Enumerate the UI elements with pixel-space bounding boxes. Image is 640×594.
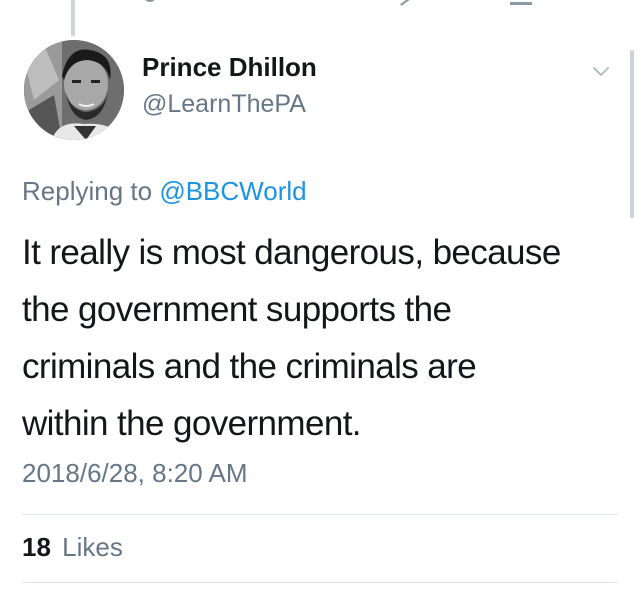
avatar-photo bbox=[24, 40, 124, 140]
likes-count-link[interactable]: 18 Likes bbox=[22, 532, 123, 563]
avatar[interactable] bbox=[24, 40, 124, 140]
tweet-detail-view: Prince Dhillon @LearnThePA Replying to @… bbox=[0, 0, 640, 594]
reply-icon[interactable] bbox=[143, 0, 157, 2]
replying-to-mention-link[interactable]: @BBCWorld bbox=[159, 176, 306, 206]
share-icon[interactable] bbox=[510, 0, 532, 5]
divider bbox=[22, 514, 618, 515]
chevron-down-icon[interactable] bbox=[592, 62, 610, 80]
replying-to: Replying to @BBCWorld bbox=[22, 176, 307, 207]
like-icon[interactable] bbox=[390, 0, 412, 6]
scrollbar[interactable] bbox=[630, 50, 634, 218]
author-name[interactable]: Prince Dhillon bbox=[142, 52, 317, 83]
tweet-text: It really is most dangerous, because the… bbox=[22, 224, 622, 452]
tweet-text-line: the government supports the bbox=[22, 290, 452, 329]
tweet-text-line: It really is most dangerous, because bbox=[22, 233, 561, 272]
author-handle[interactable]: @LearnThePA bbox=[142, 90, 306, 119]
replying-prefix: Replying to bbox=[22, 176, 153, 206]
tweet-text-line: within the government. bbox=[22, 404, 362, 443]
tweet-timestamp[interactable]: 2018/6/28, 8:20 AM bbox=[22, 458, 248, 489]
tweet-text-line: criminals and the criminals are bbox=[22, 347, 477, 386]
likes-label: Likes bbox=[62, 532, 123, 562]
likes-count: 18 bbox=[22, 532, 51, 562]
previous-tweet-actions bbox=[0, 0, 640, 6]
thread-connector-line bbox=[71, 0, 75, 36]
divider bbox=[22, 582, 618, 583]
